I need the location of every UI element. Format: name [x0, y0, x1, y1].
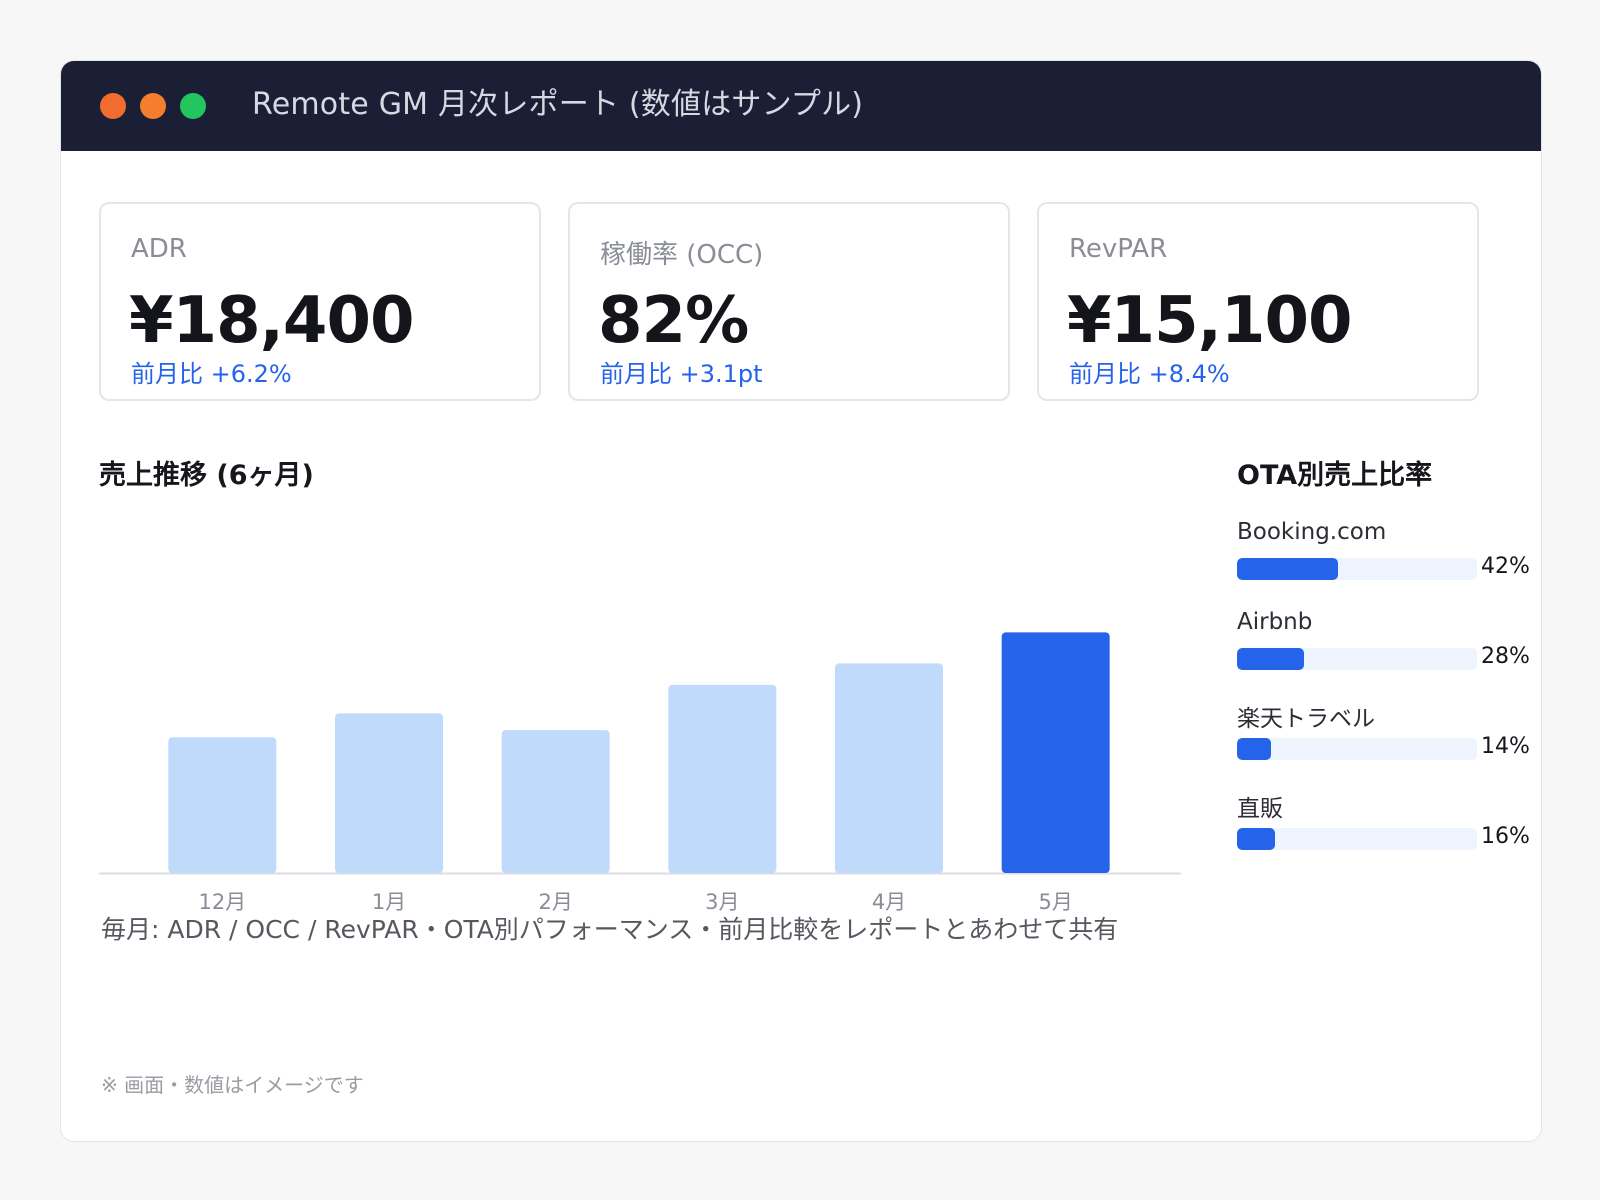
chart-bar-5: [835, 663, 943, 873]
kpi-delta: 前月比 +8.4%: [1069, 360, 1230, 388]
ota-pct-airbnb: 28%: [1481, 644, 1530, 669]
window-title: Remote GM 月次レポート (数値はサンプル): [252, 87, 864, 122]
chart-bar-1: [168, 737, 277, 873]
sales-chart-title: 売上推移 (6ヶ月): [99, 460, 314, 491]
kpi-card-adr: ADR ¥18,400 前月比 +6.2%: [99, 202, 541, 401]
ota-label-airbnb: Airbnb: [1237, 609, 1313, 635]
kpi-value: ¥15,100: [1067, 284, 1352, 358]
chart-bar-4: [668, 684, 777, 873]
ota-bar-fill: [1237, 558, 1338, 580]
ota-label-booking: Booking.com: [1237, 519, 1387, 545]
kpi-value: 82%: [598, 284, 749, 358]
ota-section-title: OTA別売上比率: [1237, 460, 1433, 491]
kpi-card-revpar: RevPAR ¥15,100 前月比 +8.4%: [1037, 202, 1479, 401]
ota-bar-booking: [1237, 558, 1477, 580]
window-close-icon[interactable]: [100, 93, 126, 119]
chart-bar-2: [335, 713, 443, 873]
ota-pct-direct: 16%: [1481, 824, 1530, 849]
window-maximize-icon[interactable]: [180, 93, 206, 119]
kpi-value: ¥18,400: [129, 284, 414, 358]
report-caption: 毎月: ADR / OCC / RevPAR・OTA別パフォーマンス・前月比較を…: [101, 915, 1119, 944]
kpi-label: RevPAR: [1069, 234, 1168, 264]
ota-pct-booking: 42%: [1481, 554, 1530, 579]
kpi-delta: 前月比 +6.2%: [131, 360, 292, 388]
chart-bar-6: [1001, 632, 1110, 873]
window-minimize-icon[interactable]: [140, 93, 166, 119]
title-bar: Remote GM 月次レポート (数値はサンプル): [61, 61, 1541, 151]
ota-bar-rakuten: [1237, 738, 1477, 760]
ota-bar-fill: [1237, 828, 1276, 850]
ota-bar-fill: [1237, 648, 1305, 670]
chart-bar-3: [501, 730, 610, 873]
footnote: ※ 画面・数値はイメージです: [101, 1073, 364, 1097]
ota-pct-rakuten: 14%: [1481, 734, 1530, 759]
sales-bar-chart: 12月 1月 2月 3月 4月 5月: [99, 632, 1181, 914]
ota-bar-airbnb: [1237, 648, 1477, 670]
ota-bar-fill: [1237, 738, 1271, 760]
ota-label-direct: 直販: [1237, 796, 1283, 822]
ota-bar-direct: [1237, 828, 1477, 850]
kpi-card-occ: 稼働率 (OCC) 82% 前月比 +3.1pt: [568, 202, 1010, 401]
kpi-delta: 前月比 +3.1pt: [600, 360, 763, 388]
kpi-label: 稼働率 (OCC): [600, 240, 764, 270]
kpi-label: ADR: [131, 234, 187, 264]
ota-label-rakuten: 楽天トラベル: [1237, 706, 1375, 732]
report-window: Remote GM 月次レポート (数値はサンプル) ADR ¥18,400 前…: [60, 60, 1542, 1142]
